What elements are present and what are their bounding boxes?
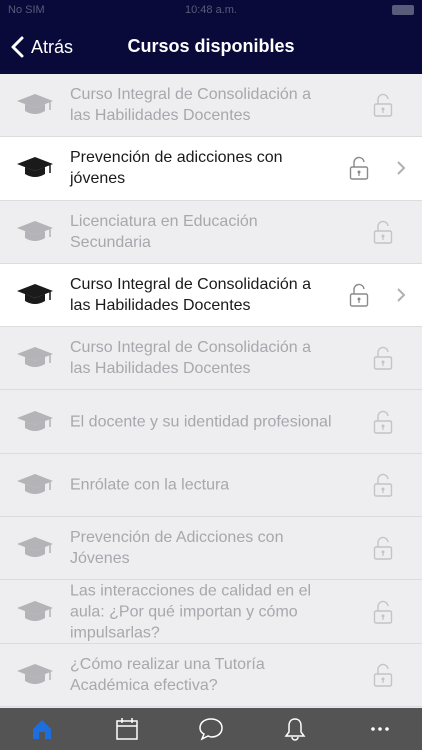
home-icon: [33, 720, 52, 739]
unlock-icon: [373, 537, 393, 560]
graduation-cap-icon: [17, 220, 53, 241]
course-title: Licenciatura en Educación Secundaria: [70, 212, 258, 251]
course-title: Enrólate con la lectura: [70, 476, 230, 494]
chevron-left-icon: [11, 36, 24, 58]
graduation-cap-icon: [17, 600, 53, 621]
unlock-icon: [373, 600, 393, 624]
graduation-cap-icon: [17, 284, 53, 305]
unlock-icon: [373, 347, 393, 371]
course-title: ¿Cómo realizar una Tutoría Académica efe…: [70, 655, 265, 694]
tab-home[interactable]: [0, 708, 84, 750]
course-row: ¿Cómo realizar una Tutoría Académica efe…: [0, 643, 422, 707]
status-time: 10:48 a.m.: [185, 4, 237, 16]
nav-bar: Atrás Cursos disponibles: [0, 20, 422, 74]
course-row: Licenciatura en Educación Secundaria: [0, 200, 422, 264]
course-row: El docente y su identidad profesional: [0, 390, 422, 454]
course-title: Curso Integral de Consolidación a las Ha…: [70, 86, 312, 125]
unlock-icon: [373, 663, 393, 687]
graduation-cap-icon: [17, 347, 53, 368]
course-row: Prevención de Adicciones con Jóvenes: [0, 517, 422, 581]
calendar-icon: [115, 718, 138, 740]
course-row: Enrólate con la lectura: [0, 453, 422, 518]
graduation-cap-icon: [17, 410, 53, 431]
graduation-cap-icon: [17, 94, 53, 115]
course-row: Las interacciones de calidad en el aula:…: [0, 580, 422, 644]
unlock-icon: [373, 473, 393, 497]
course-title: Prevención de Adicciones con Jóvenes: [70, 529, 284, 568]
graduation-cap-icon: [17, 663, 53, 684]
unlock-icon: [373, 93, 393, 117]
chat-icon: [199, 718, 223, 741]
graduation-cap-icon: [17, 473, 53, 494]
course-row[interactable]: Curso Integral de Consolidación a las Ha…: [0, 263, 422, 328]
status-bar: No SIM 10:48 a.m.: [0, 0, 422, 20]
back-label: Atrás: [31, 36, 74, 57]
course-title: Prevención de adicciones con jóvenes: [70, 149, 283, 188]
course-title: Las interacciones de calidad en el aula:…: [70, 582, 312, 642]
course-row: Curso Integral de Consolidación a las Ha…: [0, 74, 422, 138]
unlock-icon: [349, 157, 369, 181]
course-row[interactable]: Prevención de adicciones con jóvenes: [0, 137, 422, 201]
chevron-right-icon: [397, 161, 406, 176]
course-list: Curso Integral de Consolidación a las Ha…: [0, 74, 422, 708]
graduation-cap-icon: [17, 157, 53, 178]
back-button[interactable]: Atrás: [8, 35, 73, 59]
course-title: Curso Integral de Consolidación a las Ha…: [70, 276, 312, 315]
chevron-right-icon: [397, 288, 406, 302]
bell-icon: [284, 718, 306, 741]
tab-chat[interactable]: [169, 708, 253, 750]
unlock-icon: [349, 283, 369, 307]
course-title: El docente y su identidad profesional: [70, 413, 332, 431]
graduation-cap-icon: [17, 537, 53, 558]
tab-bar: [0, 708, 422, 750]
course-title: Curso Integral de Consolidación a las Ha…: [70, 339, 312, 378]
unlock-icon: [373, 410, 393, 434]
tab-bell[interactable]: [253, 708, 337, 750]
battery-icon: [392, 5, 414, 15]
unlock-icon: [373, 220, 393, 244]
tab-calendar[interactable]: [84, 708, 168, 750]
tab-more[interactable]: [338, 708, 422, 750]
course-row: Curso Integral de Consolidación a las Ha…: [0, 327, 422, 391]
more-icon: [371, 727, 389, 731]
